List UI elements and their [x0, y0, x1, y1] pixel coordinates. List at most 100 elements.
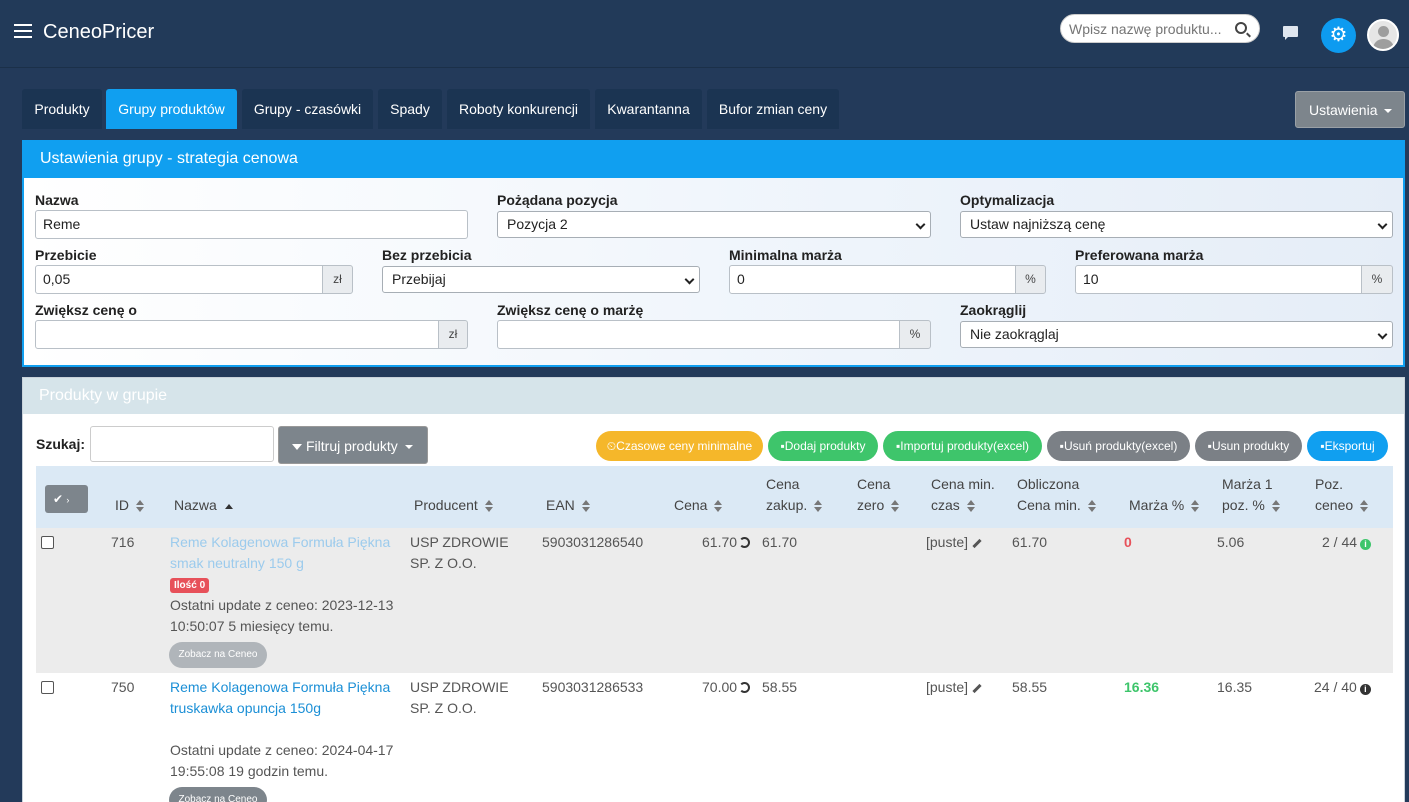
chevron-down-icon [1377, 219, 1388, 230]
bez-przebicia-select[interactable]: Przebijaj [382, 266, 700, 293]
settings-gear-button[interactable]: ⚙ [1321, 18, 1356, 53]
view-on-ceneo-button[interactable]: Zobacz na Ceneo [169, 642, 267, 668]
row-checkbox[interactable] [41, 681, 54, 694]
sort-asc-icon [224, 503, 233, 509]
user-avatar[interactable] [1367, 19, 1399, 51]
sort-icon [1360, 500, 1369, 513]
row-cena-min-czas: [puste] [926, 677, 982, 698]
row-obliczona: 58.55 [1012, 679, 1048, 695]
product-name-link[interactable]: Reme Kolagenowa Formuła Piękna truskawka … [170, 677, 390, 719]
col-id[interactable]: ID [115, 495, 144, 516]
search-input[interactable] [1069, 21, 1229, 37]
row-id: 716 [111, 534, 135, 550]
col-nazwa[interactable]: Nazwa [174, 495, 233, 516]
row-producer: USP ZDROWIE SP. Z O.O. [410, 677, 509, 719]
przebicie-input[interactable]: 0,05 [35, 265, 323, 294]
update-info: Ostatni update z ceneo: 2024-04-17 19:55:… [170, 740, 393, 782]
product-name-link[interactable]: Reme Kolagenowa Formuła Piękna smak neutr… [170, 532, 390, 574]
tab-kwarantanna[interactable]: Kwarantanna [595, 89, 702, 129]
col-cena-zakup-label1: Cena [766, 476, 800, 492]
settings-label: Ustawienia [1309, 102, 1378, 118]
tab-grupy-czasowki[interactable]: Grupy - czasówki [242, 89, 373, 129]
tab-spady[interactable]: Spady [378, 89, 442, 129]
row-producer: USP ZDROWIE SP. Z O.O. [410, 532, 509, 574]
product-name-line1: Reme Kolagenowa Formuła Piękna [170, 534, 391, 550]
col-nazwa-label: Nazwa [174, 497, 217, 513]
sort-icon [714, 500, 723, 513]
col-ean[interactable]: EAN [546, 495, 590, 516]
col-marza1[interactable]: Marża 1 poz. % [1222, 474, 1280, 516]
row-checkbox[interactable] [41, 536, 54, 549]
pencil-icon[interactable] [972, 683, 982, 693]
product-search[interactable] [1060, 14, 1260, 43]
chat-icon[interactable] [1283, 26, 1298, 40]
search-icon[interactable] [1235, 22, 1247, 34]
row-id: 750 [111, 679, 135, 695]
menu-icon[interactable] [14, 24, 32, 38]
min-marza-input[interactable]: 0 [729, 265, 1016, 294]
col-obliczona[interactable]: Obliczona Cena min. [1017, 474, 1096, 516]
col-cena[interactable]: Cena [674, 495, 723, 516]
sort-icon [581, 500, 590, 513]
import-excel-button[interactable]: ▪Importuj produkty(excel) [883, 431, 1042, 461]
sort-icon [891, 500, 900, 513]
gear-icon: ⚙ [1329, 24, 1348, 46]
optymalizacja-value: Ustaw najniższą cenę [970, 216, 1106, 232]
select-all-button[interactable]: ✔ › [45, 485, 88, 513]
col-cena-zero-label2: zero [857, 497, 885, 513]
settings-dropdown-button[interactable]: Ustawienia [1295, 91, 1405, 128]
app-title[interactable]: CeneoPricer [43, 21, 154, 44]
col-marza-label: Marża % [1129, 497, 1185, 513]
timed-min-prices-button[interactable]: ⏲Czasowe ceny minimalne [596, 431, 763, 461]
remove-products-button[interactable]: ▪Usun produkty [1195, 431, 1302, 461]
min-marza-label: Minimalna marża [729, 247, 842, 263]
zwieksz-marza-input[interactable] [497, 320, 900, 349]
col-producent[interactable]: Producent [414, 495, 493, 516]
tab-bufor-zmian-ceny[interactable]: Bufor zmian ceny [707, 89, 839, 129]
nazwa-input[interactable]: Reme [35, 210, 468, 239]
pozycja-select[interactable]: Pozycja 2 [497, 211, 931, 238]
pencil-icon[interactable] [972, 538, 982, 548]
optymalizacja-select[interactable]: Ustaw najniższą cenę [960, 211, 1393, 238]
tab-roboty-konkurencji[interactable]: Roboty konkurencji [447, 89, 590, 129]
col-marza1-label1: Marża 1 [1222, 476, 1273, 492]
row-cena-zakup: 58.55 [762, 679, 798, 695]
zaokraglij-select[interactable]: Nie zaokrąglaj [960, 321, 1393, 348]
remove-excel-button[interactable]: ▪Usuń produkty(excel) [1047, 431, 1190, 461]
row-marza: 16.36 [1124, 679, 1160, 695]
history-icon[interactable] [739, 682, 751, 693]
col-cena-zero[interactable]: Cena zero [857, 474, 900, 516]
tab-produkty[interactable]: Produkty [22, 89, 102, 129]
poz-value: 2 / 44 [1322, 534, 1358, 550]
col-poz-ceneo[interactable]: Poz. ceneo [1315, 474, 1369, 516]
info-icon[interactable]: i [1360, 539, 1372, 550]
zwieksz-input[interactable] [35, 320, 439, 349]
sort-icon [136, 500, 144, 513]
info-icon[interactable]: i [1359, 684, 1371, 695]
row-ean: 5903031286533 [542, 679, 644, 695]
row-cena-min-czas: [puste] [926, 532, 982, 553]
bez-przebicia-value: Przebijaj [392, 271, 446, 287]
add-products-button[interactable]: ▪Dodaj produkty [768, 431, 878, 461]
col-marza[interactable]: Marża % [1129, 495, 1200, 516]
row-poz-ceneo: 24 / 40 i [1314, 677, 1371, 698]
table-search-input[interactable] [90, 426, 274, 462]
history-icon[interactable] [739, 537, 751, 548]
zwieksz-label: Zwiększ cenę o [35, 302, 137, 318]
update-line2: 10:50:07 5 miesięcy temu. [170, 618, 334, 634]
view-on-ceneo-button[interactable]: Zobacz na Ceneo [169, 787, 267, 802]
filter-products-button[interactable]: Filtruj produkty [278, 426, 428, 464]
col-cena-zakup[interactable]: Cena zakup. [766, 474, 823, 516]
pref-marza-input[interactable]: 10 [1075, 265, 1362, 294]
table-row: 716 Reme Kolagenowa Formuła Piękna smak n… [36, 528, 1393, 673]
row-cena: 61.70 [702, 532, 751, 553]
col-ean-label: EAN [546, 497, 575, 513]
sort-icon [966, 500, 975, 513]
bez-przebicia-label: Bez przebicia [382, 247, 472, 263]
products-title: Produkty w grupie [23, 378, 1404, 414]
col-cena-min-czas[interactable]: Cena min. czas [931, 474, 995, 516]
export-button[interactable]: ▪Eksportuj [1307, 431, 1388, 461]
tab-grupy-produktow[interactable]: Grupy produktów [106, 89, 237, 129]
row-marza1: 16.35 [1217, 679, 1253, 695]
update-line1: Ostatni update z ceneo: 2024-04-17 [170, 742, 394, 758]
